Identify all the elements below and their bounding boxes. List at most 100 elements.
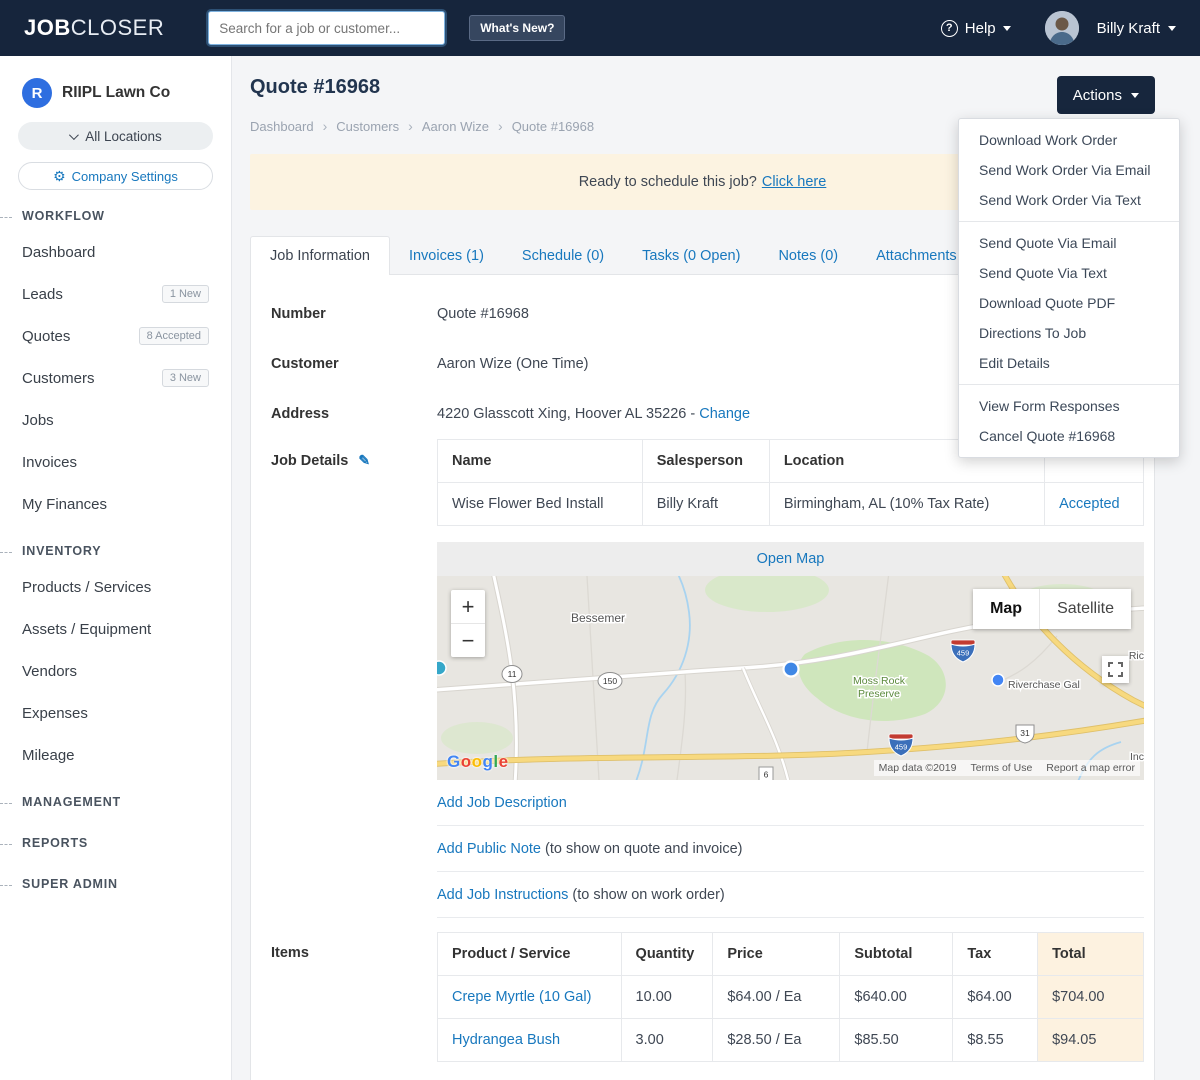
col-quantity: Quantity xyxy=(620,932,714,976)
zoom-in-button[interactable]: + xyxy=(451,590,485,623)
map-view-button[interactable]: Map xyxy=(973,589,1040,629)
help-menu[interactable]: Help xyxy=(940,19,1011,37)
user-menu[interactable]: Billy Kraft xyxy=(1044,11,1176,45)
sidebar-item-dashboard[interactable]: Dashboard xyxy=(0,231,231,273)
logo-letter: o xyxy=(471,752,483,771)
google-map[interactable]: 11 150 459 459 31 6 Bessemer Moss Rock P… xyxy=(437,576,1144,780)
sidebar-item-quotes[interactable]: Quotes 8 Accepted xyxy=(0,315,231,357)
open-map-link[interactable]: Open Map xyxy=(757,551,825,567)
global-search-input[interactable] xyxy=(208,11,446,45)
company-name: RIIPL Lawn Co xyxy=(62,84,171,101)
route-150-shield-label: 150 xyxy=(603,676,617,686)
map-attribution: Map data ©2019 Terms of Use Report a map… xyxy=(873,760,1140,776)
satellite-view-button[interactable]: Satellite xyxy=(1039,589,1131,629)
add-public-note-link[interactable]: Add Public Note xyxy=(437,841,541,857)
chevron-down-icon xyxy=(1131,92,1139,98)
tab-job-information[interactable]: Job Information xyxy=(250,236,390,275)
menu-item-download-work-order[interactable]: Download Work Order xyxy=(959,125,1179,155)
sidebar-item-jobs[interactable]: Jobs xyxy=(0,399,231,441)
help-icon xyxy=(940,19,958,37)
menu-item-cancel-quote[interactable]: Cancel Quote #16968 xyxy=(959,421,1179,451)
top-bar: JOBCLOSER What's New? Help Billy Kraft xyxy=(0,0,1200,56)
menu-item-download-quote-pdf[interactable]: Download Quote PDF xyxy=(959,288,1179,318)
sidebar-item-label: Assets / Equipment xyxy=(22,620,152,638)
edit-pencil-icon[interactable]: ✎ xyxy=(358,452,370,468)
google-logo[interactable]: Google xyxy=(447,752,509,772)
menu-item-directions-to-job[interactable]: Directions To Job xyxy=(959,318,1179,348)
sidebar-item-leads[interactable]: Leads 1 New xyxy=(0,273,231,315)
company-avatar: R xyxy=(22,78,52,108)
sidebar-item-vendors[interactable]: Vendors xyxy=(0,650,231,692)
sidebar-item-label: Customers xyxy=(22,369,95,387)
company-header[interactable]: R RIIPL Lawn Co xyxy=(0,56,231,118)
tab-invoices[interactable]: Invoices (1) xyxy=(390,237,503,275)
logo-letter: G xyxy=(447,752,461,771)
tab-tasks[interactable]: Tasks (0 Open) xyxy=(623,237,759,275)
app-logo[interactable]: JOBCLOSER xyxy=(24,15,164,41)
logo-light: CLOSER xyxy=(70,15,165,40)
number-value: Quote #16968 xyxy=(437,306,529,322)
breadcrumb-customers[interactable]: Customers xyxy=(336,119,399,134)
menu-item-send-quote-text[interactable]: Send Quote Via Text xyxy=(959,258,1179,288)
chevron-down-icon xyxy=(1002,25,1011,31)
riverchase-label: Riverchase Gal xyxy=(1008,679,1080,691)
help-label: Help xyxy=(964,19,996,37)
menu-item-view-form-responses[interactable]: View Form Responses xyxy=(959,391,1179,421)
banner-click-here-link[interactable]: Click here xyxy=(762,174,826,190)
tab-schedule[interactable]: Schedule (0) xyxy=(503,237,623,275)
add-public-note-hint: (to show on quote and invoice) xyxy=(540,840,743,857)
whats-new-button[interactable]: What's New? xyxy=(469,15,566,41)
sidebar-item-my-finances[interactable]: My Finances xyxy=(0,483,231,525)
sidebar-item-label: Quotes xyxy=(22,327,71,345)
sidebar-item-mileage[interactable]: Mileage xyxy=(0,734,231,776)
route-11-shield-label: 11 xyxy=(508,669,517,679)
sidebar-item-products-services[interactable]: Products / Services xyxy=(0,566,231,608)
chevron-down-icon xyxy=(1168,25,1176,31)
sidebar-item-label: Mileage xyxy=(22,746,75,764)
customer-link[interactable]: Aaron Wize (One Time) xyxy=(437,356,589,372)
col-name: Name xyxy=(437,439,643,483)
actions-button[interactable]: Actions xyxy=(1056,76,1155,114)
chevron-down-icon xyxy=(69,129,80,140)
job-details-row: Wise Flower Bed Install Billy Kraft Birm… xyxy=(437,482,1144,526)
item-product-link[interactable]: Hydrangea Bush xyxy=(437,1018,622,1062)
report-map-error-link[interactable]: Report a map error xyxy=(1046,762,1135,774)
fullscreen-icon xyxy=(1108,662,1123,677)
sidebar-section-management[interactable]: MANAGEMENT xyxy=(0,776,231,817)
add-job-instructions-link[interactable]: Add Job Instructions xyxy=(437,887,568,903)
add-job-instructions-row: Add Job Instructions (to show on work or… xyxy=(437,872,1144,918)
customer-label: Customer xyxy=(271,356,339,372)
sidebar-item-label: Dashboard xyxy=(22,243,96,261)
sidebar-item-invoices[interactable]: Invoices xyxy=(0,441,231,483)
zoom-out-button[interactable]: − xyxy=(451,624,485,657)
logo-letter: g xyxy=(482,752,494,771)
add-job-description-link[interactable]: Add Job Description xyxy=(437,795,567,811)
leads-badge: 1 New xyxy=(161,285,209,303)
item-product-link[interactable]: Crepe Myrtle (10 Gal) xyxy=(437,975,622,1019)
sidebar-section-super-admin[interactable]: SUPER ADMIN xyxy=(0,858,231,899)
menu-item-send-quote-email[interactable]: Send Quote Via Email xyxy=(959,228,1179,258)
menu-item-send-work-order-text[interactable]: Send Work Order Via Text xyxy=(959,185,1179,215)
col-product-service: Product / Service xyxy=(437,932,622,976)
sidebar: R RIIPL Lawn Co All Locations ⚙ Company … xyxy=(0,56,232,1080)
menu-item-send-work-order-email[interactable]: Send Work Order Via Email xyxy=(959,155,1179,185)
menu-item-edit-details[interactable]: Edit Details xyxy=(959,348,1179,378)
terms-of-use-link[interactable]: Terms of Use xyxy=(970,762,1032,774)
address-change-link[interactable]: Change xyxy=(699,406,750,422)
sidebar-item-assets-equipment[interactable]: Assets / Equipment xyxy=(0,608,231,650)
sidebar-item-customers[interactable]: Customers 3 New xyxy=(0,357,231,399)
route-6-shield-label: 6 xyxy=(764,770,769,780)
sidebar-item-expenses[interactable]: Expenses xyxy=(0,692,231,734)
map-data-label: Map data ©2019 xyxy=(878,762,957,774)
fullscreen-button[interactable] xyxy=(1102,656,1129,683)
breadcrumb-customer-name[interactable]: Aaron Wize xyxy=(422,119,489,134)
company-settings-button[interactable]: ⚙ Company Settings xyxy=(18,162,213,190)
sidebar-section-reports[interactable]: REPORTS xyxy=(0,817,231,858)
item-row: Crepe Myrtle (10 Gal) 10.00 $64.00 / Ea … xyxy=(437,975,1144,1019)
tab-notes[interactable]: Notes (0) xyxy=(759,237,857,275)
items-header-row: Product / Service Quantity Price Subtota… xyxy=(437,932,1144,976)
job-status-cell[interactable]: Accepted xyxy=(1044,482,1144,526)
breadcrumb-dashboard[interactable]: Dashboard xyxy=(250,119,314,134)
address-value: 4220 Glasscott Xing, Hoover AL 35226 - C… xyxy=(437,406,750,422)
all-locations-selector[interactable]: All Locations xyxy=(18,122,213,150)
